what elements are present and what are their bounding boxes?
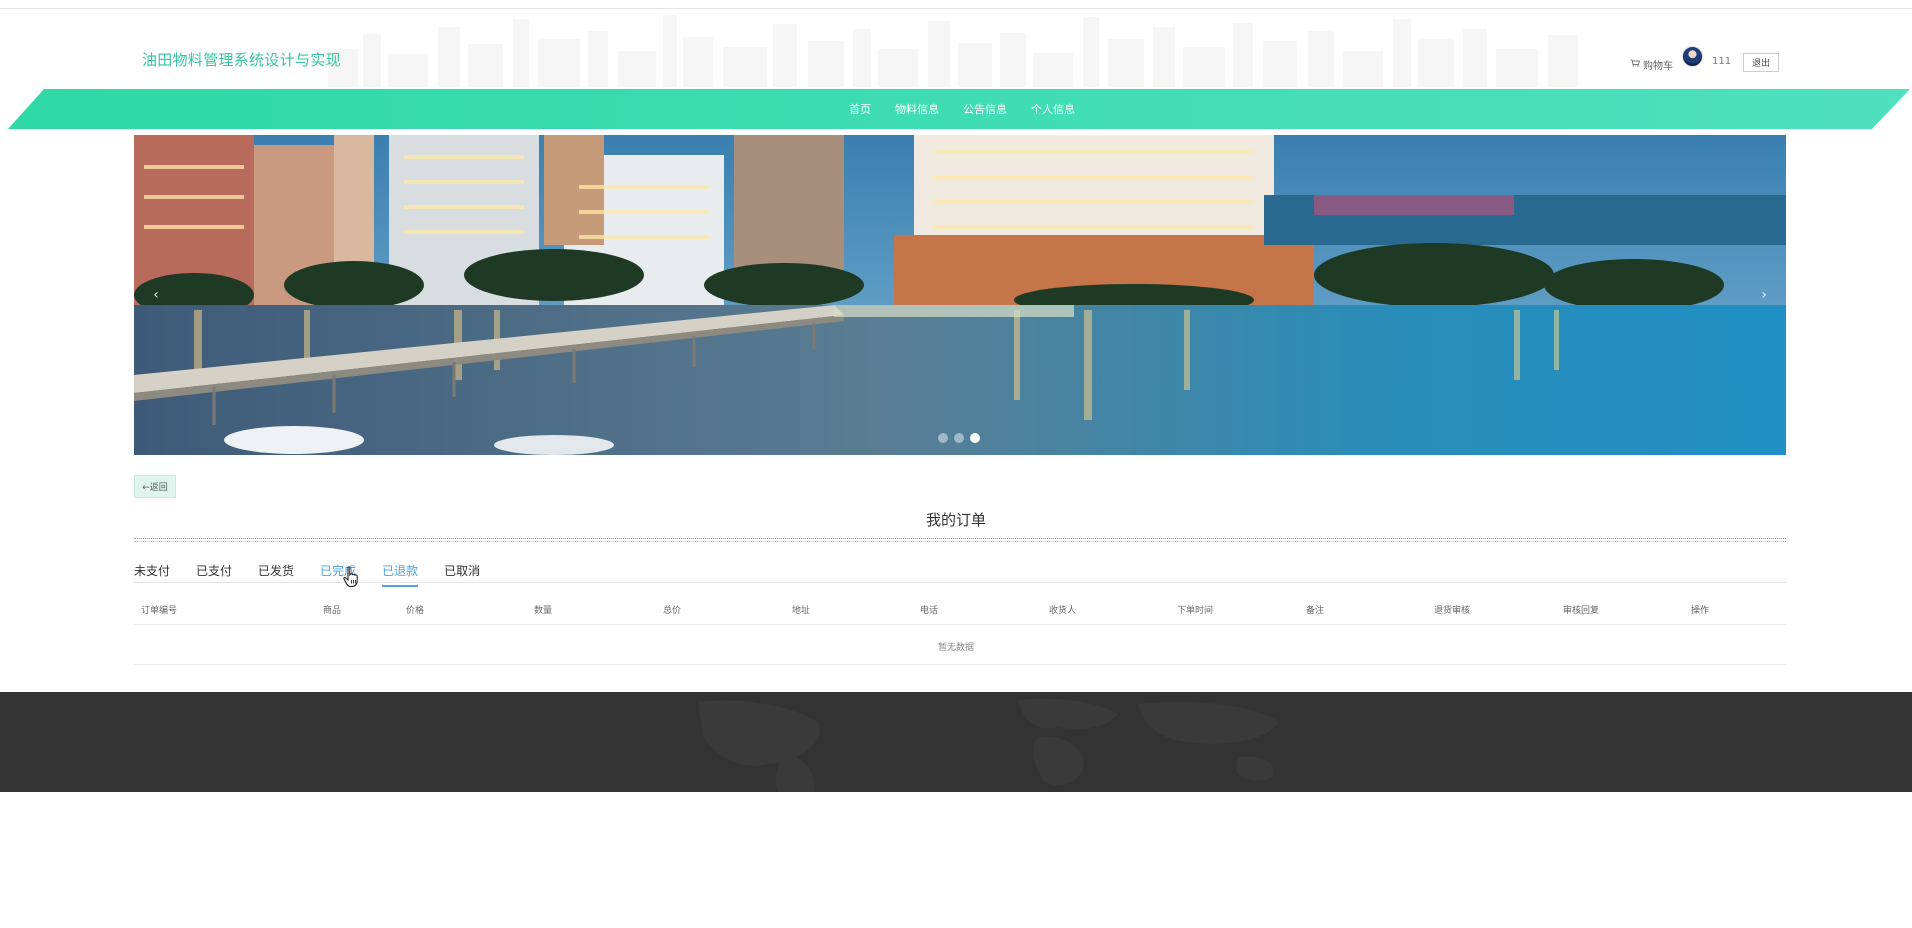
main-nav: 首页 物料信息 公告信息 个人信息: [8, 89, 1910, 129]
carousel-dot-active[interactable]: [970, 433, 980, 443]
world-map-decoration: [698, 698, 1278, 792]
skyline-decoration: [328, 15, 1578, 87]
carousel-indicators: [938, 433, 980, 443]
col-phone: 电话: [920, 606, 939, 616]
tab-unpaid[interactable]: 未支付: [134, 562, 170, 587]
order-status-tabs: 未支付 已支付 已发货 已完成 已退款 已取消: [134, 562, 506, 587]
tab-shipped[interactable]: 已发货: [258, 562, 294, 587]
nav-item-notices[interactable]: 公告信息: [963, 101, 1007, 117]
col-order-time: 下单时间: [1177, 606, 1214, 616]
back-button[interactable]: ←返回: [134, 475, 176, 498]
username: 111: [1712, 56, 1732, 67]
col-address: 地址: [792, 606, 811, 616]
hand-pointer-cursor-icon: [343, 566, 358, 587]
col-recipient: 收货人: [1049, 606, 1077, 616]
cart-link[interactable]: 购物车: [1630, 57, 1673, 72]
col-product: 商品: [323, 606, 342, 616]
site-title: 油田物料管理系统设计与实现: [142, 51, 341, 69]
col-return-review: 退货审核: [1434, 606, 1471, 616]
col-review-reply: 审核回复: [1563, 606, 1600, 616]
carousel-prev-button[interactable]: ‹: [146, 285, 166, 305]
banner-carousel[interactable]: ‹ ›: [134, 135, 1786, 455]
table-bottom-divider: [134, 664, 1786, 665]
carousel-dot[interactable]: [954, 433, 964, 443]
logout-button[interactable]: 退出: [1743, 53, 1779, 72]
col-actions: 操作: [1691, 606, 1710, 616]
col-quantity: 数量: [534, 606, 553, 616]
cart-label: 购物车: [1643, 61, 1673, 72]
cart-icon: [1630, 59, 1641, 70]
tab-paid[interactable]: 已支付: [196, 562, 232, 587]
tab-refunded[interactable]: 已退款: [382, 562, 419, 587]
col-price: 价格: [406, 606, 425, 616]
col-remark: 备注: [1306, 606, 1325, 616]
site-header: 油田物料管理系统设计与实现 购物车 111 退出: [0, 9, 1912, 89]
title-divider: [134, 538, 1786, 542]
tabs-divider: [134, 582, 1786, 583]
empty-state-text: 暂无数据: [937, 643, 974, 653]
tab-cancelled[interactable]: 已取消: [444, 562, 480, 587]
table-header-divider: [134, 624, 1786, 625]
banner-image: [134, 135, 1786, 455]
orders-table-header: 订单编号 商品 价格 数量 总价 地址 电话 收货人 下单时间 备注 退货审核 …: [134, 600, 1786, 624]
col-order-number: 订单编号: [141, 606, 178, 616]
col-total: 总价: [663, 606, 682, 616]
site-footer: [0, 692, 1912, 792]
page-title: 我的订单: [925, 511, 986, 529]
nav-item-materials[interactable]: 物料信息: [895, 101, 939, 117]
carousel-next-button[interactable]: ›: [1754, 285, 1774, 305]
carousel-dot[interactable]: [938, 433, 948, 443]
nav-item-home[interactable]: 首页: [849, 101, 871, 117]
avatar[interactable]: [1682, 46, 1703, 67]
nav-item-profile[interactable]: 个人信息: [1031, 101, 1075, 117]
